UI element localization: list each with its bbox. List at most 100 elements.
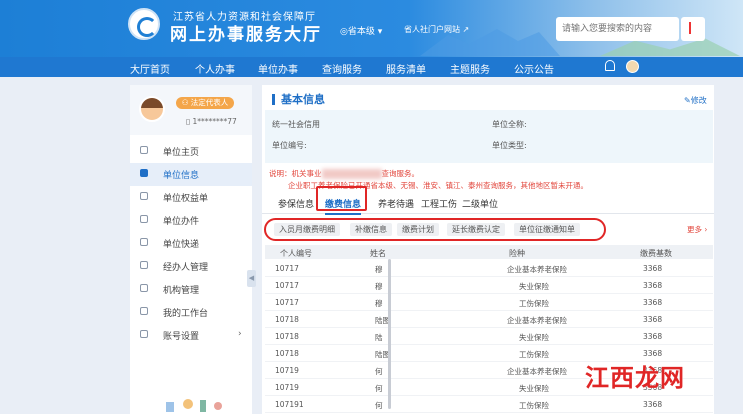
sidebar-item-express[interactable]: 单位快递 [130, 232, 252, 255]
cell-type: 企业基本养老保险 [507, 367, 567, 376]
sidebar-item-account[interactable]: 账号设置 › [130, 324, 252, 347]
nav-item-topics[interactable]: 主题服务 [450, 61, 490, 76]
table-row[interactable]: 10717 穆 工伤保险 3368 [265, 293, 713, 311]
tab-insured-info[interactable]: 参保信息 [278, 197, 314, 210]
external-link-icon: ↗ [462, 25, 470, 34]
tab-injury[interactable]: 工程工伤 [421, 197, 457, 210]
notice-line1-tail: 查询服务。 [381, 169, 420, 178]
sidebar-collapse-button[interactable]: ◀ [247, 270, 256, 287]
avatar[interactable] [626, 60, 639, 73]
cell-type: 失业保险 [519, 333, 549, 342]
section-title: 基本信息 [272, 94, 325, 105]
table-header: 个人编号 姓名 险种 缴费基数 [265, 245, 713, 259]
cell-name: 穆 [375, 282, 383, 291]
cell-id: 10717 [275, 281, 299, 290]
scrollbar[interactable] [388, 259, 391, 409]
search-button[interactable] [681, 17, 705, 41]
nav-item-home[interactable]: 大厅首页 [130, 61, 170, 76]
gear-icon [140, 330, 148, 338]
table-row[interactable]: 10718 陆图 企业基本养老保险 3368 [265, 310, 713, 328]
sidebar-item-label: 账号设置 [163, 332, 200, 342]
cell-type: 失业保险 [519, 282, 549, 291]
notice-line1: 说明：机关事业 [269, 169, 322, 178]
table-row[interactable]: 10717 穆 企业基本养老保险 3368 [265, 259, 713, 277]
sidebar-item-rights[interactable]: 单位权益单 [130, 186, 252, 209]
redacted-area [321, 169, 382, 179]
cell-type: 工伤保险 [519, 350, 549, 359]
sidebar-item-unit-info[interactable]: 单位信息 [130, 163, 252, 186]
sidebar: ⚇ 法定代表人 ▯ 1********77 单位主页 单位信息 单位权益单 单位… [130, 85, 252, 414]
table-row[interactable]: 107191 何 工伤保险 3368 [265, 395, 713, 413]
home-icon [140, 146, 148, 154]
decorative-illustration [166, 399, 222, 412]
nav-item-query[interactable]: 查询服务 [322, 61, 362, 76]
notice-text: 说明：机关事业 查询服务。 [269, 168, 419, 179]
annotation-highlight [264, 218, 606, 241]
site-header: 江苏省人力资源和社会保障厅 网上办事服务大厅 ◎省本级 ▾ 省人社门户网站 ↗ [0, 0, 743, 57]
sidebar-item-label: 单位信息 [163, 171, 200, 181]
unit-no-label: 单位编号: [272, 141, 307, 150]
nav-item-service-list[interactable]: 服务清单 [386, 61, 426, 76]
tab-pension[interactable]: 养老待遇 [378, 197, 414, 210]
main-nav: 大厅首页 个人办事 单位办事 查询服务 服务清单 主题服务 公示公告 [0, 57, 743, 77]
sidebar-item-workbench[interactable]: 我的工作台 [130, 301, 252, 324]
cell-type: 工伤保险 [519, 401, 549, 410]
cell-id: 107191 [275, 400, 304, 409]
user-icon [140, 261, 148, 269]
cell-id: 10718 [275, 332, 299, 341]
role-badge: ⚇ 法定代表人 [176, 97, 234, 109]
region-label: ◎省本级 [340, 27, 375, 37]
sidebar-item-label: 单位主页 [163, 148, 200, 158]
sidebar-item-org[interactable]: 机构管理 [130, 278, 252, 301]
credit-code-label: 统一社会信用 [272, 120, 320, 129]
chevron-right-icon: › [238, 329, 242, 339]
cell-type: 企业基本养老保险 [507, 265, 567, 274]
nav-item-personal[interactable]: 个人办事 [195, 61, 235, 76]
table-row[interactable]: 10717 穆 失业保险 3368 [265, 276, 713, 294]
bell-icon[interactable] [605, 60, 615, 71]
cell-name: 何 [375, 367, 383, 376]
tab-secondary-units[interactable]: 二级单位 [462, 197, 498, 210]
chevron-down-icon: ▾ [377, 27, 383, 37]
cell-name: 穆 [375, 299, 383, 308]
column-header: 姓名 [370, 249, 386, 258]
region-selector[interactable]: ◎省本级 ▾ [340, 24, 382, 37]
sidebar-item-home[interactable]: 单位主页 [130, 140, 252, 163]
document-icon [140, 169, 148, 177]
sidebar-item-cases[interactable]: 单位办件 [130, 209, 252, 232]
cell-name: 穆 [375, 265, 383, 274]
column-header: 个人编号 [280, 249, 312, 258]
cell-base: 3368 [643, 349, 663, 358]
portal-link[interactable]: 省人社门户网站 ↗ [404, 24, 469, 35]
unit-type-label: 单位类型: [492, 141, 527, 150]
cell-base: 3368 [643, 315, 663, 324]
column-header: 缴费基数 [640, 249, 672, 258]
cell-id: 10717 [275, 264, 299, 273]
site-title[interactable]: 网上办事服务大厅 [170, 20, 322, 45]
more-link[interactable]: 更多 › [687, 224, 707, 235]
cell-name: 何 [375, 384, 383, 393]
cell-type: 工伤保险 [519, 299, 549, 308]
watermark-logo: 江西龙网 [585, 364, 685, 392]
site-logo-icon[interactable] [128, 8, 160, 40]
cell-id: 10718 [275, 315, 299, 324]
building-icon [140, 284, 148, 292]
cell-base: 3368 [643, 400, 663, 409]
edit-button[interactable]: ✎修改 [684, 95, 707, 106]
sidebar-item-label: 单位权益单 [163, 194, 209, 204]
avatar[interactable] [139, 96, 165, 122]
cell-base: 3368 [643, 264, 663, 273]
file-icon [140, 215, 148, 223]
sidebar-item-agents[interactable]: 经办人管理 [130, 255, 252, 278]
cell-id: 10718 [275, 349, 299, 358]
search-input[interactable] [556, 17, 679, 41]
cell-name: 陆 [375, 333, 383, 342]
nav-item-notices[interactable]: 公示公告 [514, 61, 554, 76]
cell-base: 3368 [643, 281, 663, 290]
nav-item-unit[interactable]: 单位办事 [258, 61, 298, 76]
portal-link-label: 省人社门户网站 [404, 25, 460, 34]
cell-id: 10717 [275, 298, 299, 307]
table-row[interactable]: 10718 陆 失业保险 3368 [265, 327, 713, 345]
sidebar-item-label: 单位办件 [163, 217, 200, 227]
cell-id: 10719 [275, 366, 299, 375]
